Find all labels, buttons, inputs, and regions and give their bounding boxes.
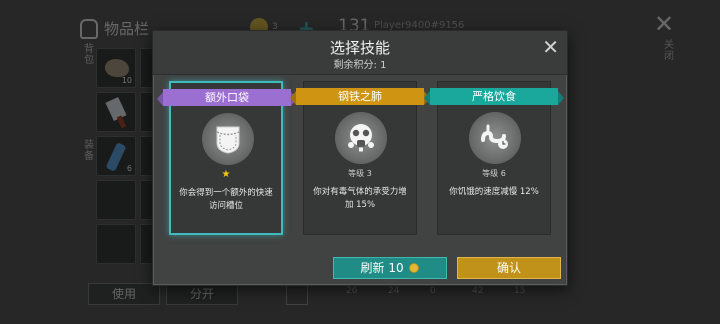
skill-level: 等级 3 <box>348 169 372 178</box>
remaining-points: 剩余积分: 1 <box>333 60 387 71</box>
dialog-title: 选择技能 <box>329 39 390 57</box>
gas-mask-icon <box>335 112 387 164</box>
refresh-cost: 10 <box>388 261 404 275</box>
skill-name-banner: 钢铁之肺 <box>290 88 430 105</box>
refresh-button[interactable]: 刷新 10 <box>333 257 447 279</box>
skill-star-icon: ★ <box>221 169 231 180</box>
skill-card-strict-diet[interactable]: 严格饮食 等级 6 你饥饿的速度减慢 12% <box>424 81 564 235</box>
close-icon[interactable]: ✕ <box>542 35 559 59</box>
skill-description: 你会得到一个额外的快速访问槽位 <box>179 188 273 211</box>
coin-icon <box>409 263 420 273</box>
pocket-icon <box>202 113 254 165</box>
dialog-header: 选择技能 剩余积分: 1 ✕ <box>153 31 567 75</box>
stomach-icon <box>469 112 521 164</box>
skill-description: 你对有毒气体的承受力增加 15% <box>313 187 407 210</box>
skill-card-extra-pocket[interactable]: 额外口袋 ★ 你会得到一个额外的快速访问槽位 <box>157 81 297 235</box>
skill-level: 等级 6 <box>482 169 506 178</box>
confirm-button[interactable]: 确认 <box>457 257 561 279</box>
refresh-label: 刷新 <box>360 261 385 275</box>
skill-select-dialog: 选择技能 剩余积分: 1 ✕ 额外口袋 ★ 你会得到一个额外的快速访问槽位 钢铁… <box>152 30 568 286</box>
skill-card-iron-lungs[interactable]: 钢铁之肺 等级 3 你对有毒气体的承受力增加 15% <box>290 81 430 235</box>
skill-name-banner: 额外口袋 <box>157 89 297 106</box>
skill-name-banner: 严格饮食 <box>424 88 564 105</box>
skill-description: 你饥饿的速度减慢 12% <box>449 187 539 197</box>
